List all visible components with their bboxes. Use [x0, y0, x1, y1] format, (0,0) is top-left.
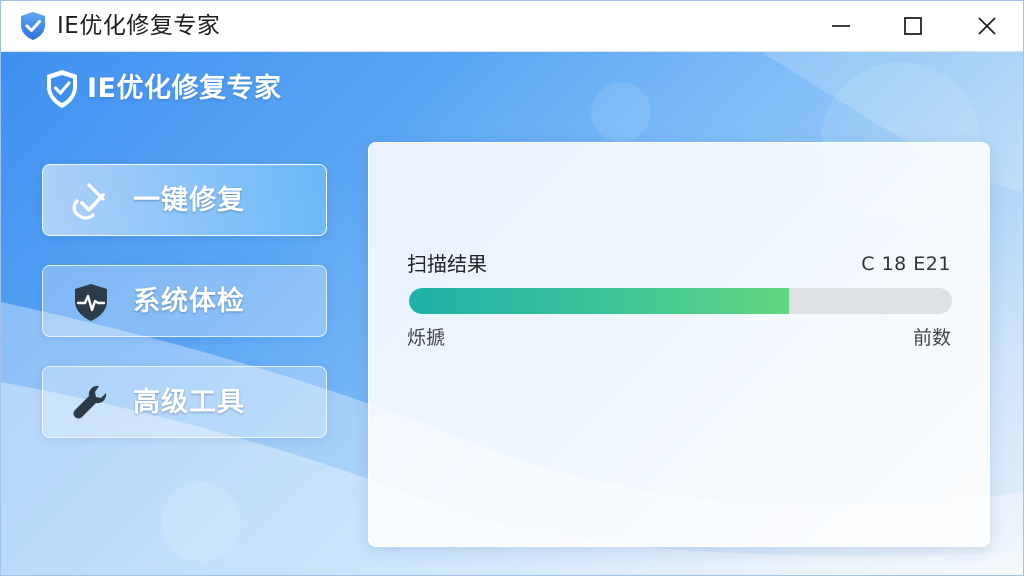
close-icon	[978, 17, 996, 35]
scan-result-title: 扫描结果	[407, 252, 487, 276]
progress-label-left: 烁搋	[407, 327, 446, 349]
nav-advanced-tools[interactable]: 高级工具	[42, 366, 327, 438]
nav-label: 高级工具	[133, 387, 245, 418]
maximize-button[interactable]	[883, 1, 943, 51]
nav-system-checkup[interactable]: 系统体检	[42, 265, 327, 337]
wrench-icon	[73, 385, 107, 419]
maximize-icon	[904, 17, 922, 35]
scan-counts: C 18 E21	[861, 253, 951, 275]
window-title: IE优化修复专家	[57, 13, 221, 39]
progress-label-right: 前数	[912, 327, 951, 349]
shield-pulse-icon	[75, 284, 107, 321]
nav-label: 一键修复	[133, 185, 245, 216]
shield-check-icon	[47, 70, 77, 108]
scan-result-panel: 扫描结果 C 18 E21 烁搋 前数	[368, 142, 990, 547]
title-bar[interactable]: IE优化修复专家	[1, 1, 1023, 52]
nav-one-click-repair[interactable]: 一键修复	[42, 164, 327, 236]
minimize-icon	[832, 25, 850, 27]
brand-title: IE优化修复专家	[87, 73, 282, 104]
close-button[interactable]	[957, 1, 1017, 51]
nav-label: 系统体检	[133, 286, 245, 317]
main-area: IE优化修复专家 一键修复 系统体检 高级工具 扫描结果 C 18 E21 烁搋…	[1, 52, 1023, 575]
check-repair-icon	[72, 183, 105, 220]
app-window: IE优化修复专家 IE优化修复专家 一键修复 系统体检 高级工具 扫描结果 C …	[0, 0, 1024, 576]
scan-progress-fill	[409, 288, 790, 314]
shield-check-icon	[21, 12, 45, 40]
scan-progress-bar	[409, 288, 952, 314]
minimize-button[interactable]	[811, 1, 871, 51]
